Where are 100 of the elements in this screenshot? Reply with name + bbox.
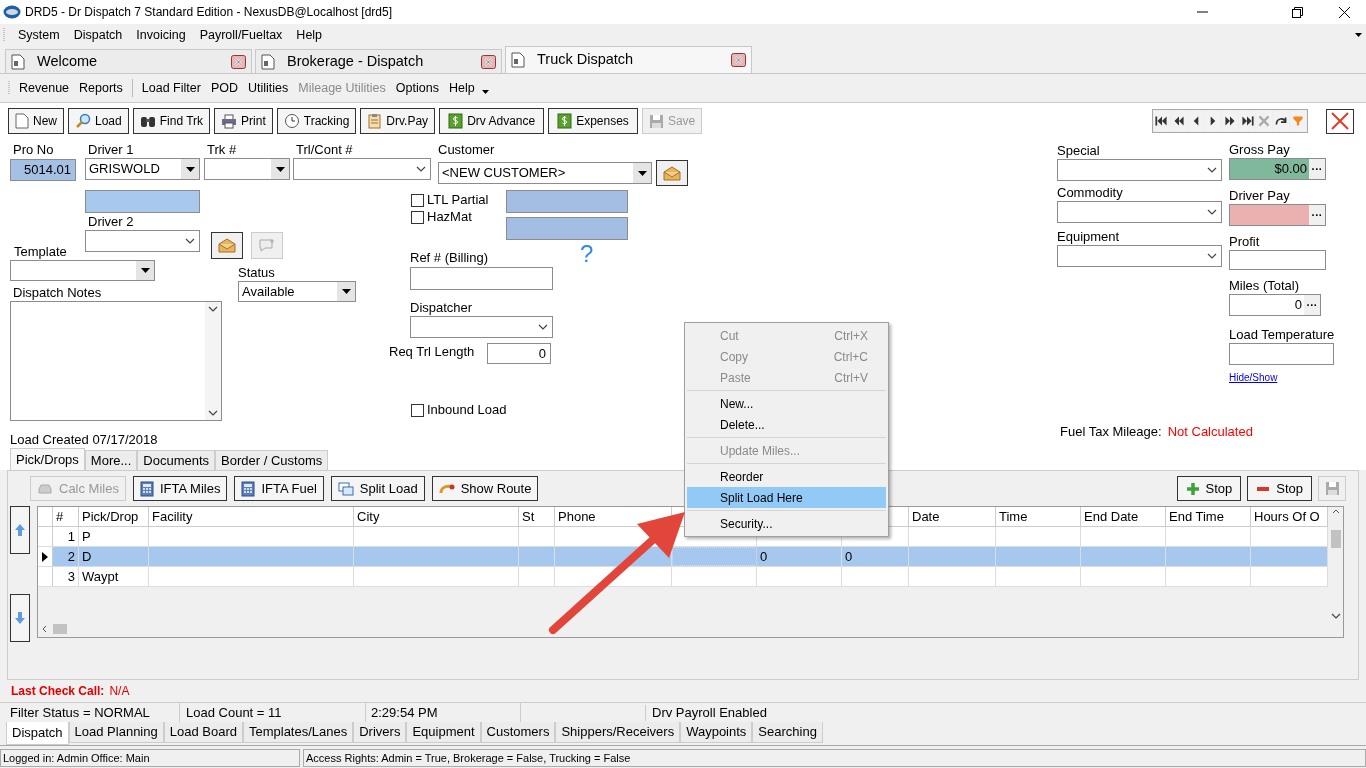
next-page-icon[interactable] <box>1222 111 1238 131</box>
column-header[interactable]: St <box>519 507 555 526</box>
tab[interactable]: Equipment <box>406 722 481 743</box>
tab[interactable]: Templates/Lanes <box>242 722 354 743</box>
toolbar-button[interactable]: Drv Advance <box>439 108 545 134</box>
menu-item[interactable]: Help <box>443 78 480 98</box>
restore-icon[interactable] <box>1292 6 1303 18</box>
grid-toolbar-button[interactable]: IFTA Miles <box>132 476 228 501</box>
document-tab[interactable]: Welcome <box>5 49 252 73</box>
menu-item[interactable]: POD <box>205 78 243 98</box>
ellipsis-button[interactable]: ··· <box>1309 159 1325 179</box>
trailer-length-field[interactable]: 0 <box>487 343 551 364</box>
tab[interactable]: Load Board <box>163 722 243 743</box>
driver-dropdown[interactable] <box>85 230 200 252</box>
grid-toolbar-button[interactable]: IFTA Fuel <box>234 476 324 501</box>
column-header[interactable]: End Time <box>1166 507 1251 526</box>
save-button[interactable] <box>1318 476 1346 501</box>
first-record-icon[interactable] <box>1154 111 1170 131</box>
menu-item[interactable]: Dispatch <box>66 25 130 45</box>
tab[interactable]: Searching <box>752 722 823 743</box>
scroll-thumb[interactable] <box>1330 529 1341 548</box>
tab[interactable]: Drivers <box>353 722 407 743</box>
toolbar-button[interactable]: New <box>8 108 64 134</box>
previous-page-icon[interactable] <box>1171 111 1187 131</box>
column-header[interactable]: City <box>354 507 519 526</box>
tab[interactable]: Shippers/Receivers <box>555 722 681 743</box>
menu-item[interactable]: System <box>11 25 67 45</box>
special-dropdown[interactable] <box>1057 159 1222 181</box>
context-menu-item[interactable]: Security... <box>687 513 886 534</box>
menu-item[interactable]: Load Filter <box>136 78 206 98</box>
document-tab[interactable]: Truck Dispatch <box>505 46 752 73</box>
checkbox[interactable] <box>411 403 424 417</box>
driver-info-field[interactable] <box>85 190 200 213</box>
context-menu-item[interactable]: Reorder <box>687 466 886 487</box>
miles-field[interactable]: 0 ··· <box>1229 294 1321 316</box>
column-header[interactable]: # <box>53 507 79 526</box>
refresh-icon[interactable] <box>1273 111 1289 131</box>
hide-show-link[interactable]: Hide/Show <box>1229 370 1351 385</box>
grid-toolbar-button[interactable]: Show Route <box>431 476 539 501</box>
notes-field[interactable] <box>10 301 222 421</box>
scrollbar[interactable] <box>205 302 221 420</box>
driver-pay-field[interactable]: ··· <box>1229 204 1326 226</box>
table-row[interactable]: 2 D 0 0 <box>38 547 1328 567</box>
menu-item[interactable]: Utilities <box>243 78 294 98</box>
toolbar-button[interactable]: Find Trk <box>132 108 211 134</box>
ellipsis-button[interactable]: ··· <box>1304 295 1320 315</box>
document-tab[interactable]: Brokerage - Dispatch <box>255 49 502 73</box>
reference-field[interactable] <box>410 267 553 290</box>
tab[interactable]: Waypoints <box>680 722 753 743</box>
context-menu-item[interactable]: Split Load Here <box>687 487 886 508</box>
tab[interactable]: Load Planning <box>68 722 164 743</box>
trailer-dropdown[interactable] <box>293 158 431 180</box>
template-dropdown[interactable] <box>10 260 155 281</box>
move-down-button[interactable] <box>10 594 30 642</box>
ellipsis-button[interactable]: ··· <box>1309 205 1325 225</box>
equipment-dropdown[interactable] <box>1057 245 1222 267</box>
stop-button[interactable]: Stop <box>1247 476 1312 501</box>
column-header[interactable]: Date <box>909 507 996 526</box>
vertical-scrollbar[interactable] <box>1328 507 1343 621</box>
column-header[interactable]: End Date <box>1081 507 1166 526</box>
commodity-dropdown[interactable] <box>1057 201 1222 223</box>
temperature-field[interactable] <box>1229 343 1334 365</box>
menu-item[interactable]: Help <box>289 25 330 45</box>
close-icon[interactable] <box>1339 6 1350 18</box>
chevron-down-icon[interactable] <box>481 90 489 94</box>
column-header[interactable]: Pick/Drop <box>79 507 149 526</box>
info-field[interactable] <box>506 190 628 213</box>
status-dropdown[interactable]: Available <box>238 281 356 302</box>
help-icon[interactable]: ? <box>580 242 594 266</box>
scroll-thumb[interactable] <box>53 624 67 634</box>
menu-item[interactable]: Options <box>390 78 444 98</box>
info-field[interactable] <box>506 217 628 240</box>
toolbar-button[interactable]: Load <box>68 108 129 134</box>
customer-dropdown[interactable]: <NEW CUSTOMER> <box>438 162 652 184</box>
toolbar-button[interactable]: Tracking <box>276 108 357 134</box>
table-row[interactable]: 3 Waypt <box>38 567 1328 587</box>
tab[interactable]: More... <box>84 450 138 470</box>
context-menu-item[interactable]: New... <box>687 393 886 414</box>
email-button[interactable] <box>211 232 243 259</box>
email-button[interactable] <box>656 160 688 186</box>
toolbar-button[interactable]: Expenses <box>548 108 638 134</box>
context-menu-item[interactable]: Delete... <box>687 414 886 435</box>
close-icon[interactable] <box>731 53 746 67</box>
menu-item[interactable]: Invoicing <box>129 25 193 45</box>
profit-field[interactable] <box>1229 250 1326 270</box>
stop-button[interactable]: Stop <box>1176 476 1242 501</box>
next-record-icon[interactable] <box>1205 111 1221 131</box>
pro-no-field[interactable]: 5014.01 <box>10 159 76 181</box>
tab[interactable]: Dispatch <box>6 722 69 745</box>
dispatcher-dropdown[interactable] <box>410 316 553 338</box>
chevron-down-icon[interactable] <box>1355 33 1362 37</box>
toolbar-button[interactable]: Drv.Pay <box>360 108 436 134</box>
last-record-icon[interactable] <box>1239 111 1255 131</box>
tab[interactable]: Pick/Drops <box>10 448 85 470</box>
menu-item[interactable]: Reports <box>74 78 128 98</box>
menu-item[interactable]: Payroll/Fueltax <box>192 25 290 45</box>
close-icon[interactable] <box>231 54 246 69</box>
truck-dropdown[interactable] <box>204 158 290 180</box>
checkbox[interactable] <box>411 210 424 224</box>
toolbar-button[interactable]: Print <box>214 108 273 134</box>
